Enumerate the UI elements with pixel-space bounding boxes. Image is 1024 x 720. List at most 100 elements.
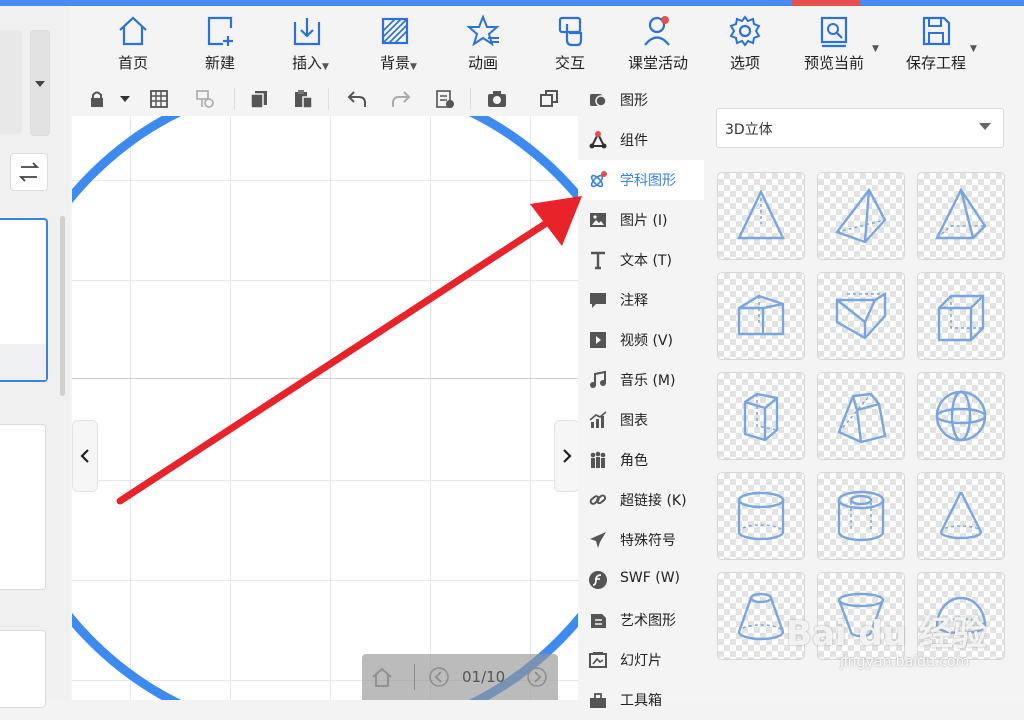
cone-icon bbox=[939, 491, 983, 540]
slide-thumbnail-footer bbox=[0, 344, 46, 380]
slide-panel-dropdown[interactable] bbox=[30, 30, 50, 136]
dropdown-value: 3D立体 bbox=[725, 122, 773, 138]
toolbar-insert-button[interactable]: 插入 ▼ bbox=[264, 14, 350, 76]
shape-hemisphere[interactable] bbox=[917, 572, 1005, 660]
music-icon bbox=[590, 370, 606, 388]
shape-triangular-pyramid[interactable] bbox=[917, 172, 1005, 260]
chevron-down-icon: ▼ bbox=[410, 62, 417, 72]
chevron-right-icon bbox=[563, 449, 572, 463]
insert-category-list: 图形 组件 学科图形 图片 (I) 文本 (T) 注释 视频 (V) 音乐 (M… bbox=[578, 80, 705, 709]
category-toolbox[interactable]: 工具箱 bbox=[578, 680, 704, 720]
insert-icon bbox=[293, 18, 321, 46]
category-role[interactable]: 角色 bbox=[578, 440, 704, 480]
shape-cone[interactable] bbox=[917, 472, 1005, 560]
shape-cylinder[interactable] bbox=[717, 472, 805, 560]
toolbar-animation-button[interactable]: 动画 bbox=[440, 14, 526, 76]
page-indicator: 01/10 bbox=[462, 668, 506, 686]
shape-tetrahedron[interactable] bbox=[717, 172, 805, 260]
subject-shape-icon bbox=[590, 171, 607, 188]
swap-button[interactable] bbox=[10, 153, 48, 191]
shape-hollow-cylinder[interactable] bbox=[817, 472, 905, 560]
toolbar-background-button[interactable]: 背景 ▼ bbox=[352, 14, 438, 76]
pager-divider bbox=[414, 664, 415, 690]
category-swf[interactable]: SWF (W) bbox=[578, 560, 704, 600]
category-slide[interactable]: 幻灯片 bbox=[578, 640, 704, 680]
shape-truncated-cone[interactable] bbox=[717, 572, 805, 660]
redo-icon[interactable] bbox=[390, 88, 412, 110]
cylinder-icon bbox=[737, 491, 785, 541]
shape-category-dropdown[interactable]: 3D立体 bbox=[716, 108, 1004, 148]
slide-thumbnail-1[interactable] bbox=[0, 218, 48, 382]
hexagonal-prism-icon bbox=[743, 392, 779, 442]
toolbar-home-button[interactable]: 首页 bbox=[90, 14, 176, 76]
lock-icon[interactable] bbox=[86, 88, 108, 110]
next-page-icon[interactable] bbox=[526, 666, 548, 688]
category-hyperlink[interactable]: 超链接 (K) bbox=[578, 480, 704, 520]
previous-page-icon[interactable] bbox=[428, 666, 450, 688]
shape-bowl[interactable] bbox=[817, 572, 905, 660]
toolbar-preview-button[interactable]: 预览当前 ▼ bbox=[788, 14, 880, 76]
component-icon bbox=[589, 131, 607, 149]
undo-icon[interactable] bbox=[346, 88, 368, 110]
main-toolbar: 首页 新建 插入 ▼ 背景 ▼ 动画 交互 课堂活动 选项 预览当前 ▼ 保存工… bbox=[0, 6, 1024, 81]
category-special-symbol[interactable]: 特殊符号 bbox=[578, 520, 704, 560]
shape-frustum[interactable] bbox=[817, 372, 905, 460]
home-icon[interactable] bbox=[370, 666, 394, 688]
text-icon bbox=[591, 251, 605, 270]
slide-thumbnail-2[interactable] bbox=[0, 424, 46, 590]
paste-icon[interactable] bbox=[292, 88, 314, 110]
toolbar-class-activity-button[interactable]: 课堂活动 bbox=[614, 14, 702, 76]
new-file-icon bbox=[207, 16, 233, 46]
grid-icon[interactable] bbox=[148, 88, 170, 110]
shape-sphere[interactable] bbox=[917, 372, 1005, 460]
slide-panel-scrollbar[interactable] bbox=[60, 216, 65, 396]
plane-icon bbox=[590, 532, 606, 548]
toolbar-divider bbox=[470, 88, 471, 110]
camera-icon[interactable] bbox=[486, 88, 508, 110]
square-pyramid-icon bbox=[835, 187, 887, 244]
role-icon bbox=[590, 451, 606, 468]
chevron-down-icon: ▼ bbox=[872, 44, 879, 54]
bowl-icon bbox=[837, 592, 885, 638]
category-image[interactable]: 图片 (I) bbox=[578, 200, 704, 240]
copy-icon[interactable] bbox=[248, 88, 270, 110]
category-music[interactable]: 音乐 (M) bbox=[578, 360, 704, 400]
toolbar-new-button[interactable]: 新建 bbox=[177, 14, 263, 76]
slide-canvas[interactable] bbox=[72, 116, 578, 700]
collapse-left-button[interactable] bbox=[72, 420, 98, 492]
category-text[interactable]: 文本 (T) bbox=[578, 240, 704, 280]
slide-panel bbox=[0, 6, 70, 708]
art-shape-icon bbox=[591, 614, 606, 628]
shape-cube[interactable] bbox=[917, 272, 1005, 360]
shape-hexagonal-prism[interactable] bbox=[717, 372, 805, 460]
page-navigator: 01/10 bbox=[362, 654, 558, 700]
category-shape[interactable]: 图形 bbox=[578, 80, 704, 120]
toolbar-class-activity-label: 课堂活动 bbox=[627, 54, 688, 72]
toolbar-interaction-button[interactable]: 交互 bbox=[527, 14, 613, 76]
shape-inverted-prism[interactable] bbox=[817, 272, 905, 360]
slide-icon bbox=[589, 652, 607, 668]
toolbar-options-button[interactable]: 选项 bbox=[702, 14, 788, 76]
category-video[interactable]: 视频 (V) bbox=[578, 320, 704, 360]
background-icon bbox=[381, 17, 409, 45]
chevron-down-icon[interactable] bbox=[120, 96, 130, 102]
window-icon[interactable] bbox=[538, 88, 560, 110]
shape-square-pyramid[interactable] bbox=[817, 172, 905, 260]
notes-icon[interactable] bbox=[434, 88, 456, 110]
toolbar-save-button[interactable]: 保存工程 ▼ bbox=[888, 14, 984, 76]
toolbox-icon bbox=[590, 693, 606, 708]
category-subject-shape[interactable]: 学科图形 bbox=[578, 160, 704, 200]
category-art-shape[interactable]: 艺术图形 bbox=[578, 600, 704, 640]
format-painter-icon[interactable] bbox=[194, 88, 216, 110]
category-chart[interactable]: 图表 bbox=[578, 400, 704, 440]
slide-thumbnail-3[interactable] bbox=[0, 630, 46, 708]
circle-shape[interactable] bbox=[72, 116, 578, 700]
chevron-left-icon bbox=[80, 449, 89, 463]
collapse-right-button[interactable] bbox=[554, 420, 580, 492]
toolbar-interaction-label: 交互 bbox=[554, 54, 585, 72]
triangular-prism-icon bbox=[737, 294, 785, 336]
shape-triangular-prism[interactable] bbox=[717, 272, 805, 360]
category-comment[interactable]: 注释 bbox=[578, 280, 704, 320]
interaction-hand-icon bbox=[558, 16, 583, 47]
category-component[interactable]: 组件 bbox=[578, 120, 704, 160]
